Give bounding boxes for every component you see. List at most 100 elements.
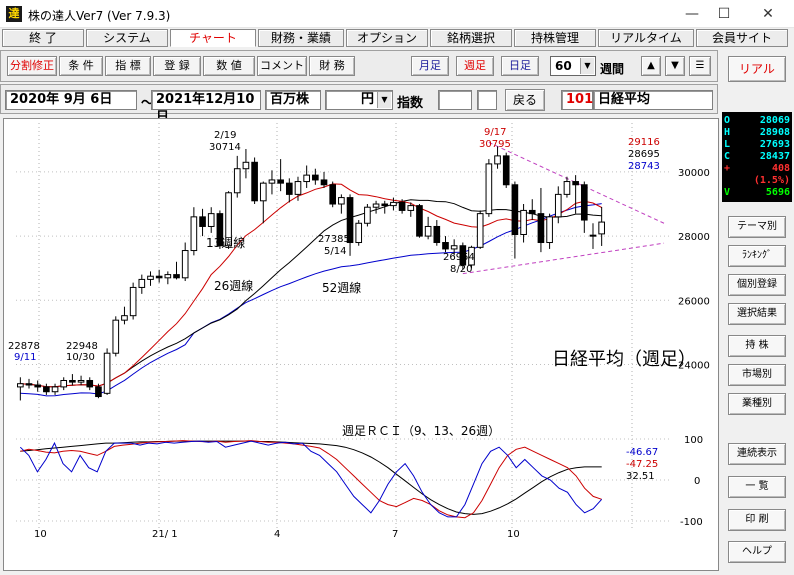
date-to-field[interactable]: 2021年12月10日: [151, 90, 261, 125]
candle-body: [43, 386, 50, 393]
candle-body: [485, 163, 493, 215]
right-panel: リアル O 28069 H 28908 L 27693 C 28437 +408 (1.5%) V 5…: [720, 50, 794, 575]
scroll-up-icon[interactable]: ▲: [641, 56, 661, 76]
annotation-label: 2/19: [214, 130, 236, 141]
date-from-field[interactable]: 2020年 9月 6日: [5, 90, 137, 110]
chart-toolbar: 分割修正 条 件 指 標 登 録 数 値 コメント 財 務 月足 週足 日足 6…: [0, 50, 718, 82]
rci-tick-label: 0: [694, 476, 700, 487]
comment-button[interactable]: コメント: [257, 56, 307, 76]
period-count-select[interactable]: 60 ▼: [550, 56, 596, 76]
blank-field-2: [477, 90, 497, 110]
monthly-button[interactable]: 月足: [411, 56, 449, 76]
ohlc-row: L 27693: [724, 139, 790, 150]
annotation-value: 30795: [479, 139, 511, 150]
candle-body: [277, 179, 284, 184]
print-button[interactable]: 印 刷: [728, 509, 786, 531]
candle-body: [494, 155, 501, 165]
rci-tick-label: -100: [680, 517, 703, 528]
ohlc-row: V 5696: [724, 187, 790, 198]
theme-button[interactable]: テーマ別: [728, 216, 786, 238]
tab-member-site[interactable]: 会員サイト: [696, 29, 788, 47]
indicator-button[interactable]: 指 標: [105, 56, 151, 76]
candle-body: [364, 206, 371, 224]
candle-body: [355, 222, 363, 244]
tab-chart[interactable]: チャート: [170, 29, 256, 47]
candle-body: [147, 275, 154, 280]
candle-body: [407, 205, 415, 211]
channel-upper-value: 29116: [628, 137, 660, 148]
ranking-button[interactable]: ﾗﾝｷﾝｸﾞ: [728, 245, 786, 267]
selection-result-button[interactable]: 選択結果: [728, 303, 786, 325]
annotation-date: 5/14: [324, 246, 346, 257]
individual-register-button[interactable]: 個別登録: [728, 274, 786, 296]
tab-stock-select[interactable]: 銘柄選択: [430, 29, 512, 47]
candle-body: [268, 179, 276, 184]
daily-button[interactable]: 日足: [501, 56, 539, 76]
app-logo-icon: 達: [6, 6, 22, 22]
candles: [17, 146, 605, 401]
channel-lower-line: [462, 242, 665, 275]
tab-realtime[interactable]: リアルタイム: [598, 29, 694, 47]
help-button[interactable]: ヘルプ: [728, 541, 786, 563]
candle-body: [251, 161, 258, 202]
candle-body: [121, 315, 128, 321]
x-tick-label: 7: [392, 529, 398, 540]
candle-body: [233, 168, 241, 194]
tab-exit[interactable]: 終 了: [2, 29, 84, 47]
stock-code-field[interactable]: 101: [561, 90, 593, 110]
annotation-label: 26954: [443, 252, 475, 263]
register-button[interactable]: 登 録: [153, 56, 201, 76]
currency-select[interactable]: 円 ▼: [325, 90, 393, 110]
candle-body: [450, 245, 458, 250]
sector-button[interactable]: 業種別: [728, 393, 786, 415]
window-title: 株の達人Ver7 (Ver 7.9.3): [28, 9, 171, 23]
tab-options[interactable]: オプション: [346, 29, 428, 47]
rci-13-line: [20, 440, 602, 519]
candlestick-chart[interactable]: 240002600028000300001000-10010 21/ 1 4 7 10週…: [4, 119, 718, 570]
realtime-button[interactable]: リアル: [728, 56, 786, 82]
holdings-button[interactable]: 持 株: [728, 335, 786, 357]
continuous-display-button[interactable]: 連続表示: [728, 443, 786, 465]
rci-value: 32.51: [626, 471, 655, 482]
channel-lower-value: 28743: [628, 161, 660, 172]
menu-icon[interactable]: ☰: [689, 56, 711, 76]
tab-holdings[interactable]: 持株管理: [514, 29, 596, 47]
condition-button[interactable]: 条 件: [59, 56, 103, 76]
chevron-down-icon: ▼: [377, 92, 391, 108]
candle-body: [17, 383, 24, 388]
ohlc-value: 27693: [759, 139, 790, 150]
split-adjust-button[interactable]: 分割修正: [7, 56, 57, 76]
candle-body: [338, 197, 345, 205]
candle-body: [103, 352, 111, 394]
chart-area[interactable]: 24000 26000 28000 30000 100 0 -100 10 21/ 1 4 7 10 週…: [3, 118, 719, 571]
candle-body: [580, 184, 588, 221]
market-button[interactable]: 市場別: [728, 364, 786, 386]
annotation-label: 22948: [66, 341, 98, 352]
candle-body: [546, 216, 553, 244]
maximize-button[interactable]: ☐: [704, 4, 744, 24]
candle-body: [181, 250, 189, 279]
ohlc-value: 28437: [759, 151, 790, 162]
ohlc-value: (1.5%): [753, 175, 790, 186]
rci-tick-label: 100: [684, 435, 703, 446]
chevron-down-icon: ▼: [580, 58, 594, 74]
candle-body: [199, 216, 206, 227]
title-bar: 達 株の達人Ver7 (Ver 7.9.3) — ☐ ✕: [0, 0, 794, 28]
candle-body: [416, 205, 423, 237]
close-button[interactable]: ✕: [748, 4, 788, 24]
ohlc-row: O 28069: [724, 115, 790, 126]
ohlc-readout: O 28069 H 28908 L 27693 C 28437 +408 (1.5%) V 5696: [722, 112, 792, 202]
ohlc-row: C 28437: [724, 151, 790, 162]
candle-body: [164, 274, 172, 279]
tab-financials[interactable]: 財務・業績: [258, 29, 344, 47]
values-button[interactable]: 数 値: [203, 56, 255, 76]
ohlc-key: V: [724, 187, 731, 198]
candle-body: [528, 209, 536, 215]
back-button[interactable]: 戻る: [505, 89, 545, 111]
weekly-button[interactable]: 週足: [456, 56, 494, 76]
x-tick-label: 4: [274, 529, 280, 540]
tab-system[interactable]: システム: [86, 29, 168, 47]
scroll-down-icon[interactable]: ▼: [665, 56, 685, 76]
list-button[interactable]: 一 覧: [728, 476, 786, 498]
financials-button[interactable]: 財 務: [309, 56, 355, 76]
